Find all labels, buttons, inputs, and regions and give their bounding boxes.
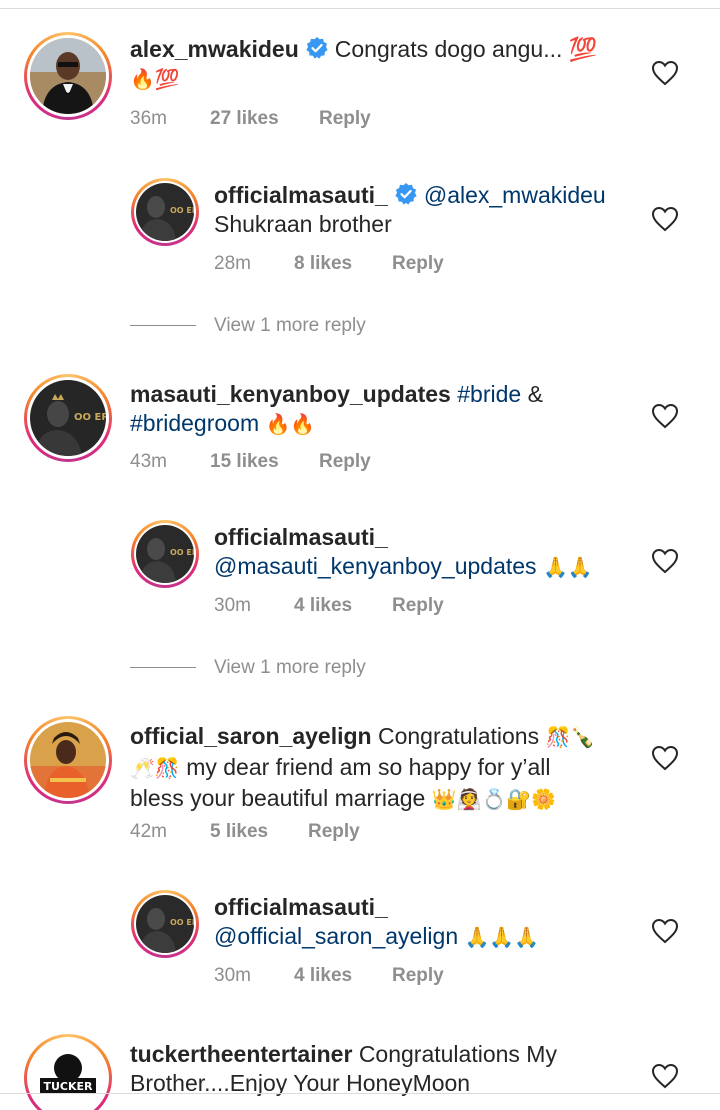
- avatar[interactable]: OO EP: [131, 520, 199, 588]
- hashtag-link[interactable]: #bride: [457, 381, 521, 407]
- comment-username[interactable]: masauti_kenyanboy_updates: [130, 381, 451, 407]
- svg-text:OO EP: OO EP: [170, 206, 194, 215]
- view-more-label[interactable]: View 1 more reply: [214, 315, 366, 336]
- comment-likes[interactable]: 4 likes: [294, 965, 392, 987]
- avatar[interactable]: TUCKER: [24, 1034, 112, 1110]
- svg-text:OO EP: OO EP: [74, 412, 106, 423]
- comment-text: Shukraan brother: [214, 211, 392, 237]
- comment-text: Congratulations: [377, 723, 540, 749]
- comment-username[interactable]: officialmasauti_: [214, 524, 388, 550]
- heart-outline-icon[interactable]: [651, 60, 679, 86]
- avatar[interactable]: OO EP: [131, 178, 199, 246]
- heart-outline-icon[interactable]: [651, 206, 679, 232]
- avatar[interactable]: OO EP: [24, 374, 112, 462]
- comment-time: 30m: [214, 595, 251, 616]
- comment-emoji: 👑👰💍🔐🌼: [431, 789, 557, 811]
- comment-emoji: 🔥🔥: [265, 414, 316, 436]
- svg-text:OO EP: OO EP: [170, 918, 194, 927]
- reply-button[interactable]: Reply: [392, 965, 444, 987]
- comment-username[interactable]: tuckertheentertainer: [130, 1041, 352, 1067]
- comment-text: &: [527, 381, 543, 407]
- heart-outline-icon[interactable]: [651, 745, 679, 771]
- verified-badge-icon: [395, 183, 417, 205]
- view-more-replies[interactable]: View 1 more reply: [130, 315, 366, 337]
- comment-time: 42m: [130, 821, 167, 842]
- comment-username[interactable]: officialmasauti_: [214, 182, 388, 208]
- comment-likes[interactable]: 4 likes: [294, 595, 392, 617]
- comment-username[interactable]: alex_mwakideu: [130, 36, 299, 62]
- bottom-divider: [0, 1093, 720, 1094]
- reply-button[interactable]: Reply: [319, 451, 371, 473]
- mention-link[interactable]: @official_saron_ayelign: [214, 923, 458, 949]
- avatar[interactable]: [24, 32, 112, 120]
- avatar[interactable]: OO EP: [131, 890, 199, 958]
- comment-emoji: 🙏🙏: [542, 557, 593, 579]
- heart-outline-icon[interactable]: [651, 548, 679, 574]
- comment-likes[interactable]: 8 likes: [294, 253, 392, 275]
- comment-time: 36m: [130, 108, 167, 129]
- comment-text: my dear friend am so happy for y’all: [186, 754, 551, 780]
- reply-button[interactable]: Reply: [308, 821, 360, 843]
- comment-likes[interactable]: 27 likes: [210, 108, 319, 130]
- svg-text:TUCKER: TUCKER: [43, 1080, 93, 1093]
- hashtag-link[interactable]: #bridegroom: [130, 410, 259, 436]
- comment-emoji: 🙏🙏🙏: [464, 927, 540, 949]
- reply-button[interactable]: Reply: [319, 108, 371, 130]
- svg-text:OO EP: OO EP: [170, 548, 194, 557]
- comment-username[interactable]: officialmasauti_: [214, 894, 388, 920]
- view-more-replies[interactable]: View 1 more reply: [130, 657, 366, 679]
- comment-text: Congratulations My: [358, 1041, 557, 1067]
- comment-username[interactable]: official_saron_ayelign: [130, 723, 372, 749]
- heart-outline-icon[interactable]: [651, 403, 679, 429]
- comment-likes[interactable]: 15 likes: [210, 451, 319, 473]
- view-more-label[interactable]: View 1 more reply: [214, 657, 366, 678]
- reply-button[interactable]: Reply: [392, 253, 444, 275]
- comment-emoji: 🔥💯: [130, 69, 180, 91]
- comment-time: 30m: [214, 965, 251, 986]
- comment-time: 28m: [214, 253, 251, 274]
- mention-link[interactable]: @masauti_kenyanboy_updates: [214, 553, 537, 579]
- verified-badge-icon: [306, 37, 328, 59]
- comment-text: bless your beautiful marriage: [130, 785, 426, 811]
- heart-outline-icon[interactable]: [651, 1063, 679, 1089]
- comment-time: 43m: [130, 451, 167, 472]
- comment-emoji: 🎊🍾: [545, 727, 596, 749]
- comment-emoji: 🥂🎊: [130, 758, 180, 780]
- top-divider: [0, 8, 720, 9]
- comment-text: Congrats dogo angu... 💯: [334, 36, 598, 62]
- comment-likes[interactable]: 5 likes: [210, 821, 308, 843]
- avatar[interactable]: [24, 716, 112, 804]
- reply-button[interactable]: Reply: [392, 595, 444, 617]
- heart-outline-icon[interactable]: [651, 918, 679, 944]
- mention-link[interactable]: @alex_mwakideu: [424, 182, 606, 208]
